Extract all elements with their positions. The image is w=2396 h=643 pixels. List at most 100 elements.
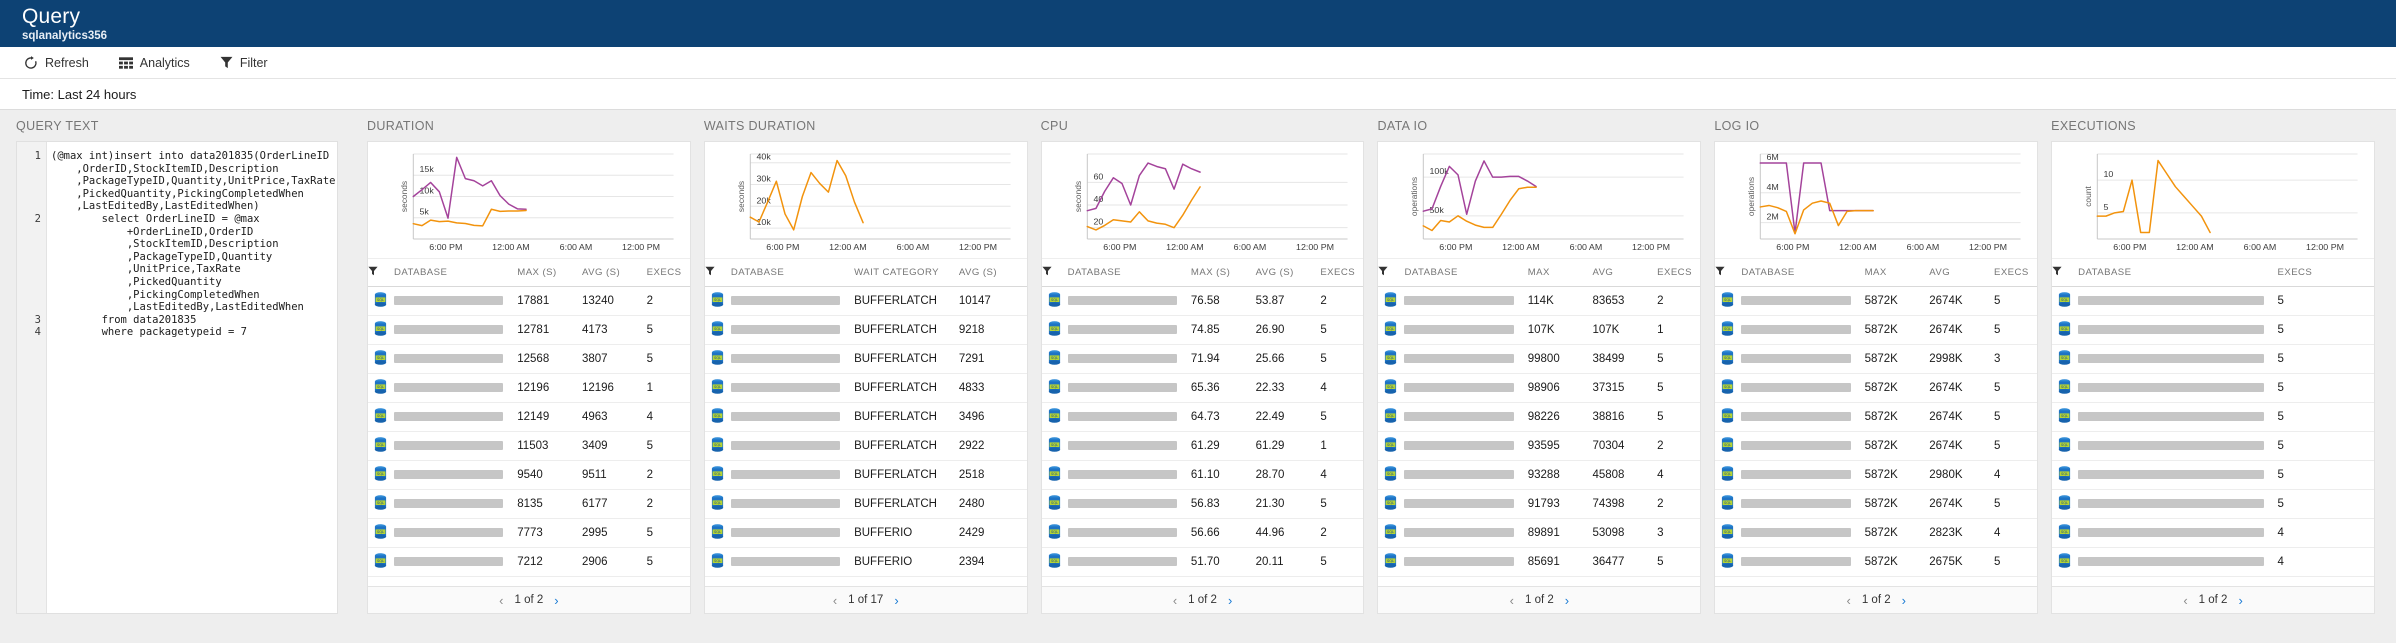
refresh-button[interactable]: Refresh xyxy=(22,47,91,78)
table-row[interactable]: SQL 76.5853.872 xyxy=(1042,287,1364,316)
column-header[interactable]: DATABASE xyxy=(2078,259,2277,287)
table-row[interactable]: SQL BUFFERLATCH7291 xyxy=(705,345,1027,374)
column-header[interactable]: DATABASE xyxy=(1404,259,1527,287)
pager-prev-button[interactable]: ‹ xyxy=(499,594,503,607)
table-row[interactable]: SQL 721229065 xyxy=(368,548,690,577)
table-row[interactable]: SQL 5872K2674K5 xyxy=(1715,374,2037,403)
table-row[interactable]: SQL 813561772 xyxy=(368,490,690,519)
chart-area[interactable]: 204060seconds6:00 PM12:00 AM6:00 AM12:00… xyxy=(1042,142,1364,259)
column-header[interactable]: MAX (S) xyxy=(517,259,582,287)
table-row[interactable]: SQL 5872K2998K3 xyxy=(1715,345,2037,374)
column-header[interactable]: AVG (S) xyxy=(959,259,1027,287)
pager-prev-button[interactable]: ‹ xyxy=(2183,594,2187,607)
chart-area[interactable]: 10k20k30k40kseconds6:00 PM12:00 AM6:00 A… xyxy=(705,142,1027,259)
column-header[interactable]: EXECS xyxy=(1320,259,1363,287)
pager-next-button[interactable]: › xyxy=(1902,594,1906,607)
table-filter-icon[interactable] xyxy=(368,259,394,287)
column-header[interactable]: AVG xyxy=(1929,259,1994,287)
pager-next-button[interactable]: › xyxy=(1565,594,1569,607)
table-filter-icon[interactable] xyxy=(1715,259,1741,287)
chart-area[interactable]: 50k100koperations6:00 PM12:00 AM6:00 AM1… xyxy=(1378,142,1700,259)
table-row[interactable]: SQL 107K107K1 xyxy=(1378,316,1700,345)
table-row[interactable]: SQL 5872K2674K5 xyxy=(1715,403,2037,432)
table-row[interactable]: SQL 85691364775 xyxy=(1378,548,1700,577)
table-row[interactable]: SQL 91793743982 xyxy=(1378,490,1700,519)
table-row[interactable]: SQL BUFFERLATCH2518 xyxy=(705,461,1027,490)
table-row[interactable]: SQL BUFFERLATCH9218 xyxy=(705,316,1027,345)
table-row[interactable]: SQL 954095112 xyxy=(368,461,690,490)
filter-button[interactable]: Filter xyxy=(218,47,270,78)
column-header[interactable]: EXECS xyxy=(1657,259,1700,287)
column-header[interactable]: DATABASE xyxy=(1741,259,1864,287)
table-row[interactable]: SQL BUFFERLATCH2480 xyxy=(705,490,1027,519)
table-row[interactable]: SQL 5872K2823K4 xyxy=(1715,519,2037,548)
table-row[interactable]: SQL 1256838075 xyxy=(368,345,690,374)
table-filter-icon[interactable] xyxy=(2052,259,2078,287)
table-row[interactable]: SQL 93288458084 xyxy=(1378,461,1700,490)
table-row[interactable]: SQL 1278141735 xyxy=(368,316,690,345)
pager-next-button[interactable]: › xyxy=(554,594,558,607)
pager-prev-button[interactable]: ‹ xyxy=(833,594,837,607)
pager-next-button[interactable]: › xyxy=(2238,594,2242,607)
table-row[interactable]: SQL 114K836532 xyxy=(1378,287,1700,316)
time-range-bar[interactable]: Time: Last 24 hours xyxy=(0,79,2396,110)
column-header[interactable]: EXECS xyxy=(647,259,690,287)
table-row[interactable]: SQL 1150334095 xyxy=(368,432,690,461)
table-row[interactable]: SQL 5 xyxy=(2052,490,2374,519)
column-header[interactable]: MAX (S) xyxy=(1191,259,1256,287)
table-row[interactable]: SQL 5872K2674K5 xyxy=(1715,287,2037,316)
table-row[interactable]: SQL BUFFERLATCH10147 xyxy=(705,287,1027,316)
table-row[interactable]: SQL BUFFERLATCH4833 xyxy=(705,374,1027,403)
table-row[interactable]: SQL 5 xyxy=(2052,287,2374,316)
column-header[interactable]: MAX xyxy=(1865,259,1930,287)
table-row[interactable]: SQL 4 xyxy=(2052,548,2374,577)
table-row[interactable]: SQL 98906373155 xyxy=(1378,374,1700,403)
column-header[interactable]: AVG xyxy=(1592,259,1657,287)
pager-prev-button[interactable]: ‹ xyxy=(1846,594,1850,607)
table-row[interactable]: SQL 93595703042 xyxy=(1378,432,1700,461)
query-text-box[interactable]: 1 2 3 4 (@max int)insert into data201835… xyxy=(16,141,338,614)
table-row[interactable]: SQL 12196121961 xyxy=(368,374,690,403)
analytics-button[interactable]: Analytics xyxy=(117,47,192,78)
table-row[interactable]: SQL 56.8321.305 xyxy=(1042,490,1364,519)
table-row[interactable]: SQL 5872K2674K5 xyxy=(1715,316,2037,345)
pager-prev-button[interactable]: ‹ xyxy=(1173,594,1177,607)
table-row[interactable]: SQL 777329955 xyxy=(368,519,690,548)
column-header[interactable]: DATABASE xyxy=(394,259,517,287)
column-header[interactable]: AVG (S) xyxy=(582,259,647,287)
table-row[interactable]: SQL 5872K2675K5 xyxy=(1715,548,2037,577)
table-row[interactable]: SQL 51.7020.115 xyxy=(1042,548,1364,577)
table-row[interactable]: SQL 71.9425.665 xyxy=(1042,345,1364,374)
table-row[interactable]: SQL 61.1028.704 xyxy=(1042,461,1364,490)
column-header[interactable]: DATABASE xyxy=(1068,259,1191,287)
table-row[interactable]: SQL 5 xyxy=(2052,403,2374,432)
table-row[interactable]: SQL 5872K2674K5 xyxy=(1715,432,2037,461)
table-row[interactable]: SQL 5 xyxy=(2052,345,2374,374)
chart-area[interactable]: 2M4M6Moperations6:00 PM12:00 AM6:00 AM12… xyxy=(1715,142,2037,259)
table-row[interactable]: SQL 64.7322.495 xyxy=(1042,403,1364,432)
table-row[interactable]: SQL 5 xyxy=(2052,316,2374,345)
pager-prev-button[interactable]: ‹ xyxy=(1510,594,1514,607)
table-row[interactable]: SQL 74.8526.905 xyxy=(1042,316,1364,345)
table-filter-icon[interactable] xyxy=(1042,259,1068,287)
table-row[interactable]: SQL BUFFERIO2394 xyxy=(705,548,1027,577)
table-row[interactable]: SQL BUFFERLATCH2922 xyxy=(705,432,1027,461)
table-filter-icon[interactable] xyxy=(705,259,731,287)
table-row[interactable]: SQL 99800384995 xyxy=(1378,345,1700,374)
column-header[interactable]: DATABASE xyxy=(731,259,854,287)
table-row[interactable]: SQL 5 xyxy=(2052,432,2374,461)
table-row[interactable]: SQL 89891530983 xyxy=(1378,519,1700,548)
table-row[interactable]: SQL BUFFERLATCH3496 xyxy=(705,403,1027,432)
table-row[interactable]: SQL 5 xyxy=(2052,461,2374,490)
table-row[interactable]: SQL 1214949634 xyxy=(368,403,690,432)
table-row[interactable]: SQL 56.6644.962 xyxy=(1042,519,1364,548)
column-header[interactable]: AVG (S) xyxy=(1256,259,1321,287)
chart-area[interactable]: 5k10k15kseconds6:00 PM12:00 AM6:00 AM12:… xyxy=(368,142,690,259)
table-row[interactable]: SQL 4 xyxy=(2052,519,2374,548)
chart-area[interactable]: 510count6:00 PM12:00 AM6:00 AM12:00 PM xyxy=(2052,142,2374,259)
column-header[interactable]: EXECS xyxy=(1994,259,2037,287)
table-row[interactable]: SQL 98226388165 xyxy=(1378,403,1700,432)
pager-next-button[interactable]: › xyxy=(894,594,898,607)
table-row[interactable]: SQL 5 xyxy=(2052,374,2374,403)
table-row[interactable]: SQL 5872K2674K5 xyxy=(1715,490,2037,519)
